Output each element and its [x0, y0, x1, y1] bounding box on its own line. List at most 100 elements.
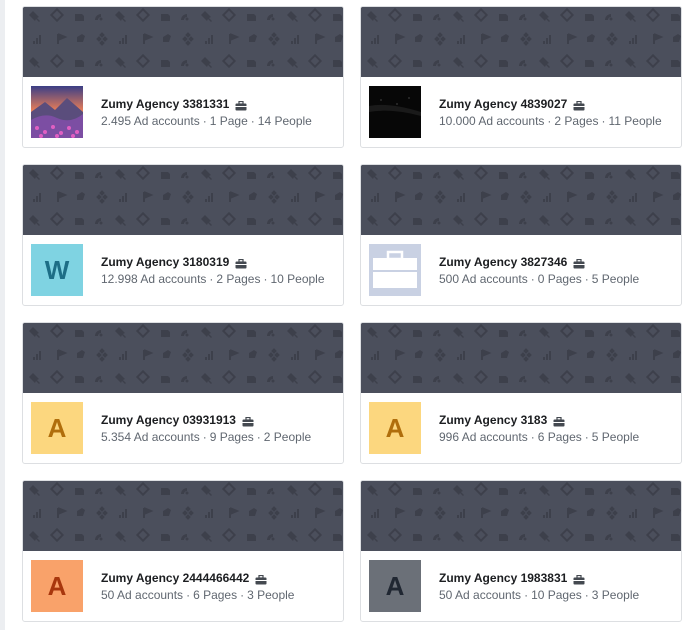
separator-dot: · [263, 271, 268, 286]
ad-accounts-count: 5.354 Ad accounts [101, 429, 200, 444]
account-info: A Zumy Agency 1983831 50 Ad accounts · 10 Pa… [361, 551, 681, 621]
account-name[interactable]: Zumy Agency 3180319 [101, 254, 229, 270]
business-account-card[interactable]: Zumy Agency 4839027 10.000 Ad accounts · 2 … [360, 6, 682, 148]
account-name-row: Zumy Agency 1983831 [439, 570, 639, 586]
account-meta: 500 Ad accounts · 0 Pages · 5 People [439, 271, 639, 287]
business-account-card[interactable]: A Zumy Agency 1983831 50 Ad accounts · 10 Pa… [360, 480, 682, 622]
briefcase-icon [573, 99, 585, 110]
account-avatar[interactable]: A [31, 560, 83, 612]
account-meta: 50 Ad accounts · 10 Pages · 3 People [439, 587, 639, 603]
people-count: 5 People [591, 429, 640, 444]
people-count: 2 People [263, 429, 312, 444]
separator-dot: · [250, 113, 255, 128]
account-avatar-photo[interactable] [31, 86, 83, 138]
account-text: Zumy Agency 3381331 2.495 Ad accounts · 1 P… [101, 96, 312, 129]
people-count: 3 People [247, 587, 295, 602]
separator-dot: · [584, 271, 589, 286]
separator-dot: · [584, 429, 589, 444]
account-text: Zumy Agency 4839027 10.000 Ad accounts · 2 … [439, 96, 662, 129]
cover-pattern [23, 481, 343, 551]
account-avatar[interactable]: A [31, 402, 83, 454]
account-text: Zumy Agency 3180319 12.998 Ad accounts · 2 … [101, 254, 325, 287]
business-account-card[interactable]: Zumy Agency 3827346 500 Ad accounts · 0 Pag… [360, 164, 682, 306]
separator-dot: · [202, 113, 207, 128]
business-account-card[interactable]: W Zumy Agency 3180319 12.998 Ad accounts · 2… [22, 164, 344, 306]
account-meta: 996 Ad accounts · 6 Pages · 5 People [439, 429, 639, 445]
cover-pattern [361, 323, 681, 393]
separator-dot: · [530, 271, 535, 286]
briefcase-icon[interactable] [369, 244, 421, 296]
cover-pattern [23, 165, 343, 235]
pages-count: 2 Pages [216, 271, 261, 286]
pages-count: 0 Pages [537, 271, 582, 286]
account-info: W Zumy Agency 3180319 12.998 Ad accounts · 2… [23, 235, 343, 305]
business-account-card[interactable]: Zumy Agency 3381331 2.495 Ad accounts · 1 P… [22, 6, 344, 148]
account-name[interactable]: Zumy Agency 3381331 [101, 96, 229, 112]
people-count: 11 People [608, 113, 662, 128]
account-name-row: Zumy Agency 4839027 [439, 96, 662, 112]
briefcase-icon [235, 257, 247, 268]
avatar-letter: A [47, 570, 67, 601]
separator-dot: · [209, 271, 214, 286]
business-accounts-page: Zumy Agency 3381331 2.495 Ad accounts · 1 P… [0, 0, 700, 630]
account-name[interactable]: Zumy Agency 4839027 [439, 96, 567, 112]
briefcase-icon [553, 415, 565, 426]
people-count: 5 People [591, 271, 640, 286]
avatar-letter: A [385, 412, 405, 443]
business-account-card[interactable]: A Zumy Agency 2444466442 50 Ad accounts · 6 … [22, 480, 344, 622]
account-info: A Zumy Agency 2444466442 50 Ad accounts · 6 … [23, 551, 343, 621]
business-account-grid: Zumy Agency 3381331 2.495 Ad accounts · 1 P… [22, 6, 682, 622]
account-info: Zumy Agency 4839027 10.000 Ad accounts · 2 … [361, 77, 681, 147]
account-name[interactable]: Zumy Agency 2444466442 [101, 570, 249, 586]
people-count: 10 People [270, 271, 325, 286]
ad-accounts-count: 50 Ad accounts [101, 587, 184, 602]
account-name-row: Zumy Agency 3381331 [101, 96, 312, 112]
account-meta: 10.000 Ad accounts · 2 Pages · 11 People [439, 113, 662, 129]
account-text: Zumy Agency 2444466442 50 Ad accounts · 6 P… [101, 570, 294, 603]
account-name[interactable]: Zumy Agency 3183 [439, 412, 547, 428]
briefcase-icon [573, 257, 585, 268]
account-text: Zumy Agency 1983831 50 Ad accounts · 10 Pag… [439, 570, 639, 603]
avatar-letter: A [47, 412, 67, 443]
account-name-row: Zumy Agency 03931913 [101, 412, 311, 428]
separator-dot: · [202, 429, 207, 444]
ad-accounts-count: 10.000 Ad accounts [439, 113, 545, 128]
account-name-row: Zumy Agency 3183 [439, 412, 639, 428]
account-name[interactable]: Zumy Agency 3827346 [439, 254, 567, 270]
business-account-card[interactable]: A Zumy Agency 03931913 5.354 Ad accounts · 9… [22, 322, 344, 464]
account-name-row: Zumy Agency 2444466442 [101, 570, 294, 586]
account-text: Zumy Agency 03931913 5.354 Ad accounts · 9 … [101, 412, 311, 445]
briefcase-icon [235, 99, 247, 110]
ad-accounts-count: 500 Ad accounts [439, 271, 528, 286]
account-meta: 12.998 Ad accounts · 2 Pages · 10 People [101, 271, 325, 287]
separator-dot: · [256, 429, 261, 444]
separator-dot: · [584, 587, 589, 602]
pages-count: 6 Pages [537, 429, 582, 444]
ad-accounts-count: 996 Ad accounts [439, 429, 528, 444]
account-info: A Zumy Agency 3183 996 Ad accounts · 6 Pages… [361, 393, 681, 463]
account-name[interactable]: Zumy Agency 03931913 [101, 412, 236, 428]
pages-count: 10 Pages [531, 587, 582, 602]
ad-accounts-count: 12.998 Ad accounts [101, 271, 207, 286]
briefcase-icon [242, 415, 254, 426]
account-avatar[interactable]: A [369, 560, 421, 612]
business-account-card[interactable]: A Zumy Agency 3183 996 Ad accounts · 6 Pages… [360, 322, 682, 464]
account-name-row: Zumy Agency 3180319 [101, 254, 325, 270]
account-info: Zumy Agency 3827346 500 Ad accounts · 0 Pag… [361, 235, 681, 305]
account-info: A Zumy Agency 03931913 5.354 Ad accounts · 9… [23, 393, 343, 463]
briefcase-icon [573, 573, 585, 584]
ad-accounts-count: 50 Ad accounts [439, 587, 522, 602]
account-avatar[interactable]: A [369, 402, 421, 454]
cover-pattern [23, 7, 343, 77]
people-count: 3 People [591, 587, 640, 602]
account-name[interactable]: Zumy Agency 1983831 [439, 570, 567, 586]
account-name-row: Zumy Agency 3827346 [439, 254, 639, 270]
separator-dot: · [524, 587, 529, 602]
cover-pattern [361, 481, 681, 551]
avatar-letter: W [44, 254, 70, 285]
account-avatar[interactable]: W [31, 244, 83, 296]
account-info: Zumy Agency 3381331 2.495 Ad accounts · 1 P… [23, 77, 343, 147]
separator-dot: · [530, 429, 535, 444]
separator-dot: · [186, 587, 191, 602]
account-avatar-photo[interactable] [369, 86, 421, 138]
